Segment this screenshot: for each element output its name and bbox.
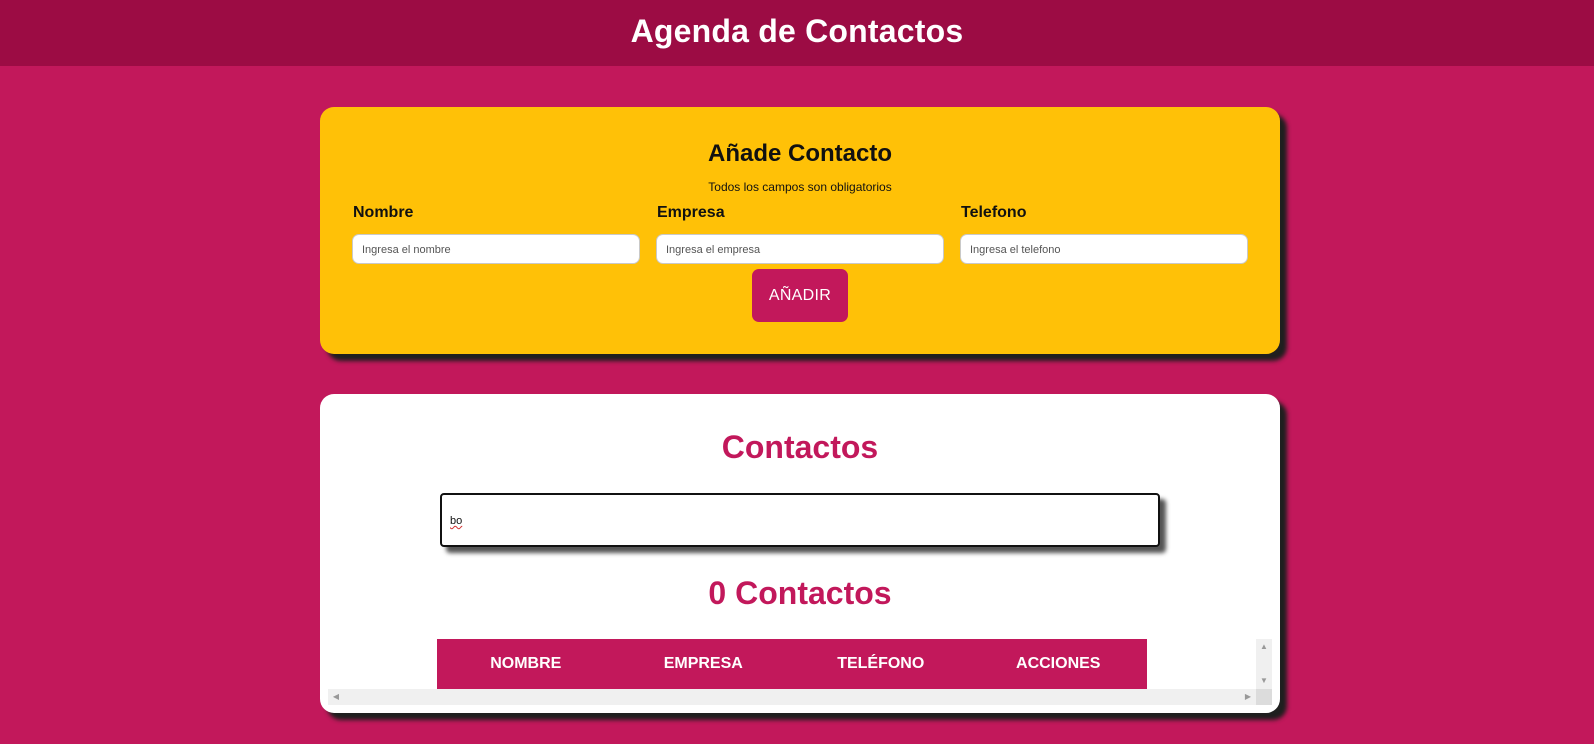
scroll-right-icon[interactable]: ▶	[1240, 689, 1256, 705]
add-button[interactable]: AÑADIR	[752, 269, 848, 322]
company-label: Empresa	[657, 204, 725, 221]
add-contact-card: Añade Contacto Todos los campos son obli…	[320, 107, 1280, 354]
name-input[interactable]: Ingresa el nombre	[352, 234, 640, 264]
column-header-actions: ACCIONES	[1016, 655, 1101, 672]
phone-field-group: Telefono Ingresa el telefono	[960, 204, 1248, 264]
name-label: Nombre	[353, 204, 414, 221]
add-contact-title: Añade Contacto	[707, 140, 892, 167]
required-fields-note: Todos los campos son obligatorios	[708, 180, 892, 194]
search-input[interactable]: bo	[440, 493, 1160, 547]
phone-label: Telefono	[961, 204, 1027, 221]
contacts-card: Contactos bo 0 Contactos NOMBRE EMPRESA …	[320, 394, 1280, 713]
phone-input[interactable]: Ingresa el telefono	[960, 234, 1248, 264]
company-field-group: Empresa Ingresa el empresa	[656, 204, 944, 264]
scroll-down-icon[interactable]: ▼	[1256, 673, 1272, 689]
horizontal-scrollbar[interactable]: ◀ ▶	[328, 689, 1256, 705]
company-input[interactable]: Ingresa el empresa	[656, 234, 944, 264]
scroll-left-icon[interactable]: ◀	[328, 689, 344, 705]
search-value: bo	[450, 515, 463, 527]
name-field-group: Nombre Ingresa el nombre	[352, 204, 640, 264]
vertical-scrollbar[interactable]: ▲ ▼	[1256, 639, 1272, 689]
contacts-count: 0 Contactos	[708, 575, 892, 611]
app-title: Agenda de Contactos	[630, 12, 964, 49]
contacts-title: Contactos	[721, 429, 879, 465]
scrollbar-corner	[1256, 689, 1272, 705]
column-header-name: NOMBRE	[490, 655, 562, 672]
column-header-phone: TELÉFONO	[837, 655, 925, 672]
app-header: Agenda de Contactos	[0, 0, 1594, 66]
contacts-table-header: NOMBRE EMPRESA TELÉFONO ACCIONES	[437, 639, 1147, 689]
scroll-up-icon[interactable]: ▲	[1256, 639, 1272, 655]
column-header-company: EMPRESA	[663, 655, 743, 672]
